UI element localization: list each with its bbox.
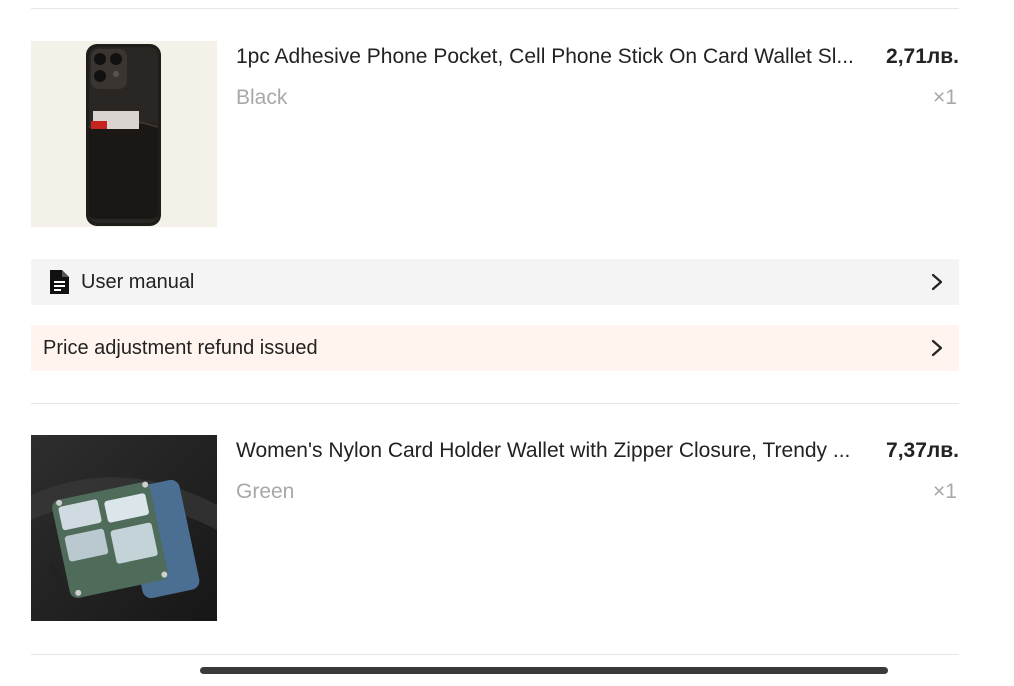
product-variant-2: Green <box>236 480 295 503</box>
chevron-right-icon <box>927 338 947 358</box>
product-price-1: 2,71лв. <box>886 45 959 68</box>
order-item-1[interactable]: 1pc Adhesive Phone Pocket, Cell Phone St… <box>31 41 959 227</box>
price-adjustment-label: Price adjustment refund issued <box>43 336 318 359</box>
product-image-1[interactable] <box>31 41 217 227</box>
price-adjustment-row[interactable]: Price adjustment refund issued <box>31 325 959 371</box>
home-indicator[interactable] <box>200 667 888 674</box>
product-image-2[interactable] <box>31 435 217 621</box>
product-quantity-1: ×1 <box>933 86 957 109</box>
user-manual-row[interactable]: User manual <box>31 259 959 305</box>
product-price-2: 7,37лв. <box>886 439 959 462</box>
order-item-2[interactable]: Women's Nylon Card Holder Wallet with Zi… <box>31 435 959 621</box>
divider-bottom <box>31 654 959 655</box>
chevron-right-icon <box>927 272 947 292</box>
divider-middle <box>31 403 959 404</box>
product-title-2[interactable]: Women's Nylon Card Holder Wallet with Zi… <box>236 437 868 465</box>
divider-top <box>31 8 959 9</box>
user-manual-label: User manual <box>81 270 195 293</box>
document-icon <box>47 269 71 295</box>
product-title-1[interactable]: 1pc Adhesive Phone Pocket, Cell Phone St… <box>236 43 868 71</box>
product-variant-1: Black <box>236 86 288 109</box>
product-quantity-2: ×1 <box>933 480 957 503</box>
